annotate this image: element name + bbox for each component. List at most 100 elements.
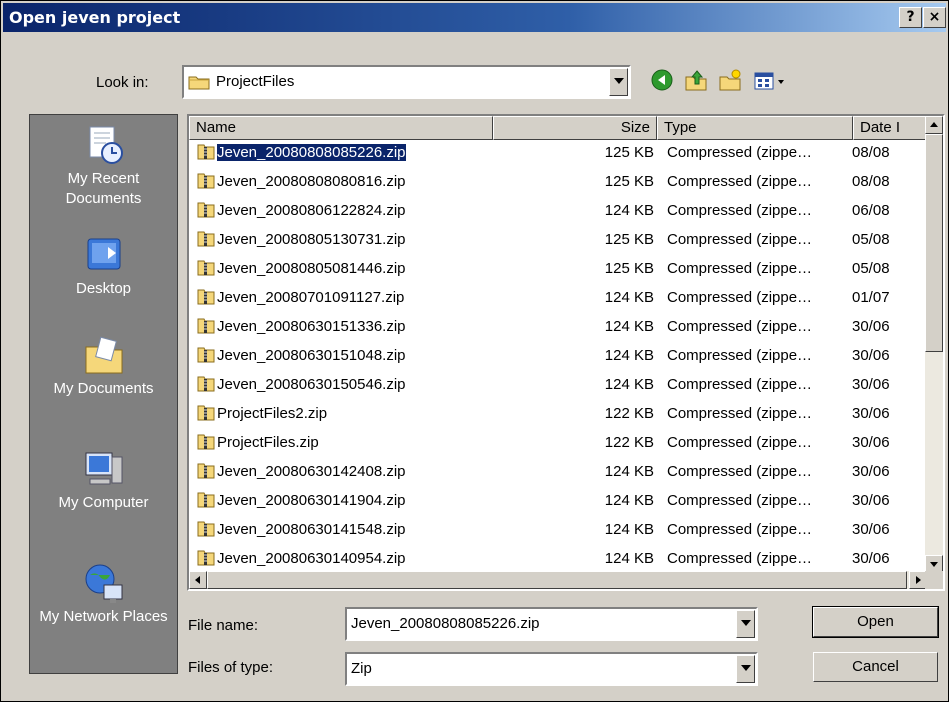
file-size: 124 KB xyxy=(604,202,654,219)
file-type-dropdown-button[interactable] xyxy=(736,655,755,683)
file-type-value: Zip xyxy=(351,660,372,677)
open-button[interactable]: Open xyxy=(812,606,939,638)
file-name-cell[interactable]: Jeven_20080630142408.zip xyxy=(197,461,408,483)
file-row[interactable]: Jeven_20080630151048.zip 124 KB Compressed… xyxy=(189,343,929,369)
file-name-input[interactable]: Jeven_20080808085226.zip xyxy=(351,615,540,632)
up-folder-icon[interactable] xyxy=(683,67,709,93)
file-name-cell[interactable]: Jeven_20080701091127.zip xyxy=(197,287,406,309)
file-name-cell[interactable]: Jeven_20080630151048.zip xyxy=(197,345,408,367)
file-type: Compressed (zippe… xyxy=(667,347,813,364)
column-header-size[interactable]: Size xyxy=(493,116,657,140)
my-computer-icon xyxy=(82,447,126,491)
file-name-cell[interactable]: ProjectFiles.zip xyxy=(197,432,321,454)
file-row[interactable]: ProjectFiles2.zip 122 KB Compressed (zippe… xyxy=(189,401,929,427)
file-date: 05/08 xyxy=(852,260,890,277)
file-date: 06/08 xyxy=(852,202,890,219)
file-name-cell[interactable]: Jeven_20080630151336.zip xyxy=(197,316,408,338)
file-name-cell[interactable]: Jeven_20080808085226.zip xyxy=(197,142,408,164)
place-my-documents[interactable]: My Documents xyxy=(30,333,177,399)
file-size: 124 KB xyxy=(604,492,654,509)
title-bar[interactable]: Open jeven project ? × xyxy=(3,3,946,32)
zip-folder-icon xyxy=(197,200,215,218)
look-in-value: ProjectFiles xyxy=(216,73,295,90)
file-row[interactable]: Jeven_20080805081446.zip 125 KB Compressed… xyxy=(189,256,929,282)
file-name-cell[interactable]: Jeven_20080808080816.zip xyxy=(197,171,408,193)
file-name-cell[interactable]: Jeven_20080805130731.zip xyxy=(197,229,408,251)
file-name-text: Jeven_20080630140954.zip xyxy=(217,550,406,567)
file-size: 125 KB xyxy=(604,260,654,277)
file-row[interactable]: Jeven_20080808080816.zip 125 KB Compressed… xyxy=(189,169,929,195)
file-size: 124 KB xyxy=(604,463,654,480)
look-in-label: Look in: xyxy=(96,74,149,91)
file-type: Compressed (zippe… xyxy=(667,260,813,277)
scroll-thumb[interactable] xyxy=(925,134,943,352)
file-type: Compressed (zippe… xyxy=(667,434,813,451)
file-type: Compressed (zippe… xyxy=(667,289,813,306)
column-header-name[interactable]: Name xyxy=(189,116,493,140)
folder-icon xyxy=(188,74,210,90)
horizontal-scroll-thumb[interactable] xyxy=(207,571,907,589)
file-name-cell[interactable]: Jeven_20080630140954.zip xyxy=(197,548,408,570)
file-name-combo[interactable]: Jeven_20080808085226.zip xyxy=(345,607,758,641)
file-name-text: Jeven_20080701091127.zip xyxy=(217,289,405,306)
file-name-cell[interactable]: Jeven_20080630141548.zip xyxy=(197,519,408,541)
place-network[interactable]: My Network Places xyxy=(30,561,177,627)
file-date: 08/08 xyxy=(852,144,890,161)
file-name-cell[interactable]: Jeven_20080630150546.zip xyxy=(197,374,408,396)
file-row[interactable]: Jeven_20080630141904.zip 124 KB Compressed… xyxy=(189,488,929,514)
place-desktop[interactable]: Desktop xyxy=(30,233,177,299)
file-name-cell[interactable]: Jeven_20080806122824.zip xyxy=(197,200,408,222)
file-row[interactable]: Jeven_20080630151336.zip 124 KB Compressed… xyxy=(189,314,929,340)
my-documents-icon xyxy=(82,333,126,377)
scroll-left-button[interactable] xyxy=(189,571,207,589)
scroll-up-button[interactable] xyxy=(925,116,943,134)
look-in-dropdown-button[interactable] xyxy=(609,68,628,96)
place-label: My Documents xyxy=(53,380,154,397)
vertical-scrollbar[interactable] xyxy=(925,116,943,573)
zip-folder-icon xyxy=(197,171,215,189)
file-size: 125 KB xyxy=(604,173,654,190)
file-name-text: Jeven_20080630142408.zip xyxy=(217,463,406,480)
window-title: Open jeven project xyxy=(9,8,181,27)
cancel-button[interactable]: Cancel xyxy=(813,652,938,682)
file-size: 124 KB xyxy=(604,521,654,538)
file-name-text: Jeven_20080630141548.zip xyxy=(217,521,406,538)
file-size: 125 KB xyxy=(604,231,654,248)
place-label: My Recent Documents xyxy=(65,170,142,207)
close-button[interactable]: × xyxy=(923,7,946,28)
file-row[interactable]: ProjectFiles.zip 122 KB Compressed (zippe…… xyxy=(189,430,929,456)
column-header-type[interactable]: Type xyxy=(657,116,853,140)
file-name-cell[interactable]: Jeven_20080630141904.zip xyxy=(197,490,408,512)
file-row[interactable]: Jeven_20080630142408.zip 124 KB Compressed… xyxy=(189,459,929,485)
file-name-dropdown-button[interactable] xyxy=(736,610,755,638)
file-row[interactable]: Jeven_20080701091127.zip 124 KB Compressed… xyxy=(189,285,929,311)
file-date: 30/06 xyxy=(852,521,890,538)
place-recent-documents[interactable]: My Recent Documents xyxy=(30,123,177,209)
horizontal-scrollbar[interactable] xyxy=(189,571,927,589)
file-type-combo[interactable]: Zip xyxy=(345,652,758,686)
column-header-date[interactable]: Date I xyxy=(853,116,933,140)
file-row[interactable]: Jeven_20080630140954.zip 124 KB Compressed… xyxy=(189,546,929,572)
file-row[interactable]: Jeven_20080806122824.zip 124 KB Compressed… xyxy=(189,198,929,224)
file-row[interactable]: Jeven_20080805130731.zip 125 KB Compressed… xyxy=(189,227,929,253)
arrow-down-icon xyxy=(930,562,938,567)
file-size: 122 KB xyxy=(604,405,654,422)
file-date: 30/06 xyxy=(852,405,890,422)
place-my-computer[interactable]: My Computer xyxy=(30,447,177,513)
file-size: 124 KB xyxy=(604,289,654,306)
file-list[interactable]: Name Size Type Date I Jeven_200808080852… xyxy=(187,114,945,591)
file-row[interactable]: Jeven_20080630150546.zip 124 KB Compressed… xyxy=(189,372,929,398)
places-bar: My Recent Documents Desktop My Documents… xyxy=(29,114,178,674)
file-type: Compressed (zippe… xyxy=(667,492,813,509)
file-row[interactable]: Jeven_20080808085226.zip 125 KB Compressed… xyxy=(189,140,929,166)
help-button[interactable]: ? xyxy=(899,7,922,28)
new-folder-icon[interactable] xyxy=(717,67,743,93)
zip-folder-icon xyxy=(197,316,215,334)
look-in-combo[interactable]: ProjectFiles xyxy=(182,65,631,99)
file-name-text: Jeven_20080806122824.zip xyxy=(217,202,406,219)
back-icon[interactable] xyxy=(649,67,675,93)
file-row[interactable]: Jeven_20080630141548.zip 124 KB Compressed… xyxy=(189,517,929,543)
file-name-cell[interactable]: Jeven_20080805081446.zip xyxy=(197,258,408,280)
file-name-cell[interactable]: ProjectFiles2.zip xyxy=(197,403,329,425)
view-menu-icon[interactable] xyxy=(751,67,791,93)
